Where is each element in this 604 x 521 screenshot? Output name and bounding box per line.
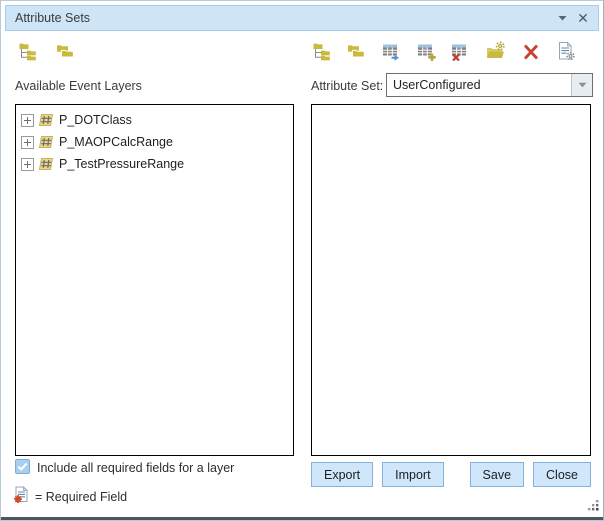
dropdown-button[interactable] <box>571 74 592 96</box>
tree-item-label: P_DOTClass <box>59 113 132 127</box>
attribute-set-dropdown[interactable]: UserConfigured <box>386 73 593 97</box>
event-layer-icon <box>38 156 54 172</box>
folder-tree-icon <box>18 41 38 64</box>
titlebar-controls: ✕ <box>555 10 598 26</box>
add-table-button[interactable] <box>416 41 438 63</box>
collapse-set-button[interactable] <box>346 41 368 63</box>
tree-item[interactable]: P_TestPressureRange <box>16 153 293 175</box>
attribute-set-value: UserConfigured <box>387 74 571 96</box>
required-field-icon <box>13 486 30 507</box>
new-attribute-set-button[interactable] <box>485 41 507 63</box>
chevron-down-icon <box>578 82 587 88</box>
panel-title: Attribute Sets <box>6 11 90 25</box>
properties-button[interactable] <box>555 41 577 63</box>
attribute-set-label: Attribute Set: <box>311 79 383 93</box>
tree-item-label: P_TestPressureRange <box>59 157 184 171</box>
expand-set-button[interactable] <box>311 41 333 63</box>
titlebar: Attribute Sets ✕ <box>5 5 599 31</box>
button-row: Export Import Save Close <box>311 462 591 487</box>
expand-plus-icon[interactable] <box>21 158 34 171</box>
close-icon[interactable]: ✕ <box>575 10 591 26</box>
include-required-label: Include all required fields for a layer <box>37 461 234 475</box>
table-add-icon <box>417 41 437 64</box>
include-required-row: Include all required fields for a layer <box>15 459 234 477</box>
folders-icon <box>56 41 76 64</box>
tree-item[interactable]: P_MAOPCalcRange <box>16 131 293 153</box>
export-button[interactable]: Export <box>311 462 373 487</box>
include-required-checkbox[interactable] <box>15 459 30 477</box>
document-gear-icon <box>556 41 576 64</box>
expand-layers-button[interactable] <box>17 41 39 63</box>
save-button[interactable]: Save <box>470 462 525 487</box>
right-toolbar <box>311 41 577 63</box>
window-bottom-edge <box>1 517 603 520</box>
expand-plus-icon[interactable] <box>21 114 34 127</box>
left-toolbar <box>17 41 77 63</box>
delete-button[interactable] <box>520 41 542 63</box>
table-remove-icon <box>451 41 471 64</box>
expand-plus-icon[interactable] <box>21 136 34 149</box>
remove-table-button[interactable] <box>450 41 472 63</box>
attribute-set-list[interactable] <box>311 104 591 456</box>
panel-menu-arrow-icon[interactable] <box>555 11 569 25</box>
import-button[interactable]: Import <box>382 462 443 487</box>
table-arrow-icon <box>382 41 402 64</box>
collapse-layers-button[interactable] <box>55 41 77 63</box>
required-field-label: = Required Field <box>35 490 127 504</box>
close-button[interactable]: Close <box>533 462 591 487</box>
folders-icon <box>347 41 367 64</box>
delete-x-icon <box>521 41 541 64</box>
available-layers-label: Available Event Layers <box>15 79 142 93</box>
tree-item[interactable]: P_DOTClass <box>16 109 293 131</box>
folder-tree-icon <box>312 41 332 64</box>
event-layer-icon <box>38 112 54 128</box>
required-field-legend: = Required Field <box>13 486 127 507</box>
available-layers-list[interactable]: P_DOTClass P_MAOPCalcRange <box>15 104 294 456</box>
resize-grip[interactable] <box>586 498 600 515</box>
attribute-sets-panel: Attribute Sets ✕ <box>0 0 604 521</box>
folder-gear-icon <box>486 41 506 64</box>
export-table-button[interactable] <box>381 41 403 63</box>
tree-item-label: P_MAOPCalcRange <box>59 135 173 149</box>
event-layer-icon <box>38 134 54 150</box>
